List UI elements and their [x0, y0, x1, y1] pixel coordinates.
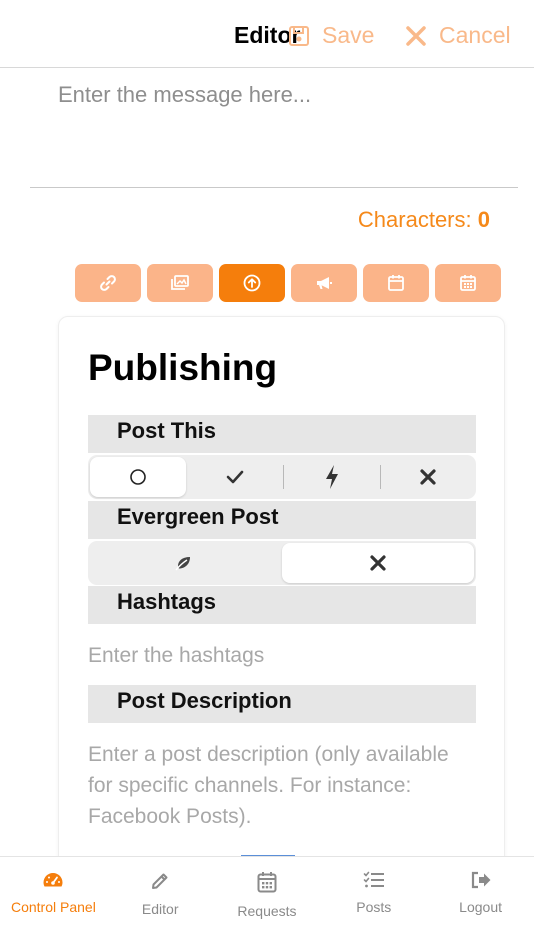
evergreen-option-x[interactable] — [282, 543, 474, 583]
nav-requests[interactable]: Requests — [214, 857, 321, 950]
save-button[interactable]: Save — [288, 22, 374, 49]
hashtags-header: Hashtags — [88, 586, 476, 624]
post-this-header: Post This — [88, 415, 476, 453]
check-icon — [226, 470, 244, 484]
link-button[interactable] — [75, 264, 141, 302]
nav-label: Posts — [356, 899, 392, 915]
logout-icon — [471, 871, 491, 889]
pencil-icon — [152, 873, 168, 889]
nav-posts[interactable]: Posts — [320, 857, 427, 950]
evergreen-selector — [88, 541, 476, 585]
calendar-grid-button[interactable] — [435, 264, 501, 302]
post-this-option-circle[interactable] — [90, 457, 186, 497]
close-icon — [406, 25, 426, 46]
post-this-selector — [88, 455, 476, 499]
save-label: Save — [322, 22, 375, 48]
nav-editor[interactable]: Editor — [107, 857, 214, 950]
editor-toolbar — [75, 264, 501, 302]
circle-icon — [129, 469, 146, 485]
nav-control-panel[interactable]: Control Panel — [0, 857, 107, 950]
header-bar: Editor Save Cancel — [0, 0, 534, 68]
announce-button[interactable] — [291, 264, 357, 302]
link-icon — [100, 275, 116, 291]
character-counter: Characters: 0 — [358, 207, 490, 233]
post-this-option-check[interactable] — [188, 457, 284, 497]
evergreen-option-leaf[interactable] — [88, 543, 280, 583]
checklist-icon — [363, 871, 384, 888]
x-icon — [370, 555, 386, 571]
nav-logout[interactable]: Logout — [427, 857, 534, 950]
post-description-header: Post Description — [88, 685, 476, 723]
upload-icon — [243, 274, 261, 292]
post-this-option-x[interactable] — [381, 457, 477, 497]
images-icon — [171, 275, 189, 290]
post-description-input[interactable] — [88, 739, 476, 835]
nav-label: Logout — [459, 899, 502, 915]
schedule-button[interactable] — [363, 264, 429, 302]
bottom-navigation: Control Panel Editor Requests Posts Logo… — [0, 856, 534, 950]
message-input[interactable] — [30, 70, 518, 188]
calendar-icon — [388, 275, 404, 291]
nav-label: Editor — [141, 901, 179, 917]
x-icon — [420, 469, 436, 485]
nav-label: Control Panel — [10, 899, 96, 915]
cancel-label: Cancel — [439, 22, 511, 48]
publishing-title: Publishing — [88, 347, 278, 388]
cancel-button[interactable]: Cancel — [405, 22, 511, 49]
bullhorn-icon — [317, 277, 332, 289]
evergreen-header: Evergreen Post — [88, 501, 476, 539]
characters-count: 0 — [477, 207, 490, 232]
calendar-icon — [257, 872, 277, 893]
leaf-icon — [175, 557, 190, 571]
nav-label: Requests — [237, 903, 297, 919]
calendar-grid-icon — [460, 275, 476, 291]
save-icon — [289, 25, 309, 46]
bolt-icon — [325, 465, 338, 489]
upload-button[interactable] — [219, 264, 285, 302]
images-button[interactable] — [147, 264, 213, 302]
post-this-option-bolt[interactable] — [284, 457, 380, 497]
characters-label: Characters: — [357, 207, 472, 232]
hashtags-input[interactable] — [88, 639, 476, 673]
dashboard-icon — [43, 873, 63, 887]
